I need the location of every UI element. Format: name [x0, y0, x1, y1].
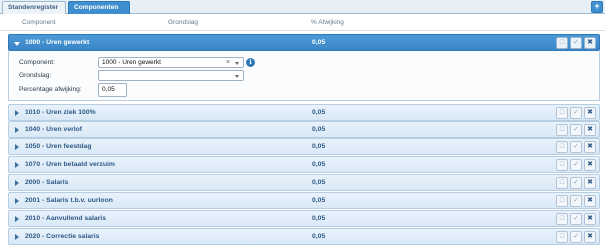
delete-icon[interactable]: ✖	[584, 213, 596, 225]
delete-icon[interactable]: ✖	[584, 124, 596, 136]
delete-icon[interactable]: ✖	[584, 159, 596, 171]
info-icon[interactable]: i	[246, 58, 255, 67]
component-row[interactable]: 1070 - Uren betaald verzuim 0,05 □ ✓ ✖	[8, 156, 600, 173]
chevron-down-icon[interactable]	[235, 75, 239, 78]
save-icon[interactable]: □	[556, 195, 568, 207]
component-row[interactable]: 1040 - Uren verlof 0,05 □ ✓ ✖	[8, 121, 600, 138]
row-percentage: 0,05	[312, 109, 326, 116]
chevron-right-icon[interactable]	[15, 234, 19, 240]
check-icon[interactable]: ✓	[570, 231, 582, 243]
save-icon[interactable]: □	[556, 231, 568, 243]
percentage-input[interactable]: 0,05	[98, 83, 127, 97]
edit-panel: Component: 1000 - Uren gewerkt × i Grond…	[8, 51, 600, 101]
row-percentage: 0,05	[312, 197, 326, 204]
row-name: 1000 - Uren gewerkt	[25, 39, 90, 46]
save-icon[interactable]: □	[556, 177, 568, 189]
tab-bar: Standenregister Componenten +	[0, 0, 605, 14]
chevron-right-icon[interactable]	[15, 180, 19, 186]
delete-icon[interactable]: ✖	[584, 37, 596, 49]
row-percentage: 0,05	[312, 179, 326, 186]
check-icon[interactable]: ✓	[570, 159, 582, 171]
save-icon[interactable]: □	[556, 37, 568, 49]
row-name: 1040 - Uren verlof	[25, 126, 83, 133]
row-percentage: 0,05	[312, 161, 326, 168]
delete-icon[interactable]: ✖	[584, 231, 596, 243]
column-afwijking: % Afwijking	[311, 19, 344, 26]
delete-icon[interactable]: ✖	[584, 107, 596, 119]
component-row[interactable]: 1010 - Uren ziek 100% 0,05 □ ✓ ✖	[8, 104, 600, 121]
save-icon[interactable]: □	[556, 141, 568, 153]
chevron-down-icon[interactable]	[235, 62, 239, 65]
component-row[interactable]: 1050 - Uren feestdag 0,05 □ ✓ ✖	[8, 138, 600, 155]
check-icon[interactable]: ✓	[570, 141, 582, 153]
check-icon[interactable]: ✓	[570, 195, 582, 207]
chevron-right-icon[interactable]	[15, 198, 19, 204]
check-icon[interactable]: ✓	[570, 37, 582, 49]
component-row[interactable]: 2020 - Correctie salaris 0,05 □ ✓ ✖	[8, 228, 600, 245]
add-tab-button[interactable]: +	[591, 1, 603, 13]
check-icon[interactable]: ✓	[570, 107, 582, 119]
grondslag-label: Grondslag:	[19, 72, 52, 79]
row-name: 1070 - Uren betaald verzuim	[25, 161, 115, 168]
row-name: 1050 - Uren feestdag	[25, 143, 92, 150]
column-grondslag: Grondslag	[168, 19, 198, 26]
save-icon[interactable]: □	[556, 159, 568, 171]
component-row-expanded[interactable]: 1000 - Uren gewerkt 0,05 □ ✓ ✖	[8, 34, 600, 51]
save-icon[interactable]: □	[556, 213, 568, 225]
chevron-right-icon[interactable]	[15, 144, 19, 150]
component-row[interactable]: 2010 - Aanvullend salaris 0,05 □ ✓ ✖	[8, 210, 600, 227]
chevron-right-icon[interactable]	[15, 216, 19, 222]
row-name: 1010 - Uren ziek 100%	[25, 109, 96, 116]
row-percentage: 0,05	[312, 143, 326, 150]
clear-icon[interactable]: ×	[226, 58, 230, 67]
check-icon[interactable]: ✓	[570, 213, 582, 225]
save-icon[interactable]: □	[556, 124, 568, 136]
tab-componenten[interactable]: Componenten	[68, 1, 130, 14]
chevron-down-icon[interactable]	[14, 42, 20, 46]
percentage-label: Percentage afwijking:	[19, 86, 82, 93]
delete-icon[interactable]: ✖	[584, 195, 596, 207]
component-row[interactable]: 2000 - Salaris 0,05 □ ✓ ✖	[8, 174, 600, 191]
row-name: 2020 - Correctie salaris	[25, 233, 100, 240]
grondslag-select[interactable]	[98, 70, 244, 81]
delete-icon[interactable]: ✖	[584, 141, 596, 153]
component-select[interactable]: 1000 - Uren gewerkt ×	[98, 57, 244, 68]
check-icon[interactable]: ✓	[570, 124, 582, 136]
row-name: 2010 - Aanvullend salaris	[25, 215, 106, 222]
tab-standenregister[interactable]: Standenregister	[2, 1, 66, 14]
row-percentage: 0,05	[312, 126, 326, 133]
row-percentage: 0,05	[312, 39, 326, 46]
row-percentage: 0,05	[312, 233, 326, 240]
check-icon[interactable]: ✓	[570, 177, 582, 189]
delete-icon[interactable]: ✖	[584, 177, 596, 189]
component-label: Component:	[19, 59, 55, 66]
save-icon[interactable]: □	[556, 107, 568, 119]
row-percentage: 0,05	[312, 215, 326, 222]
column-header: Component Grondslag % Afwijking	[0, 15, 605, 31]
column-component: Component	[22, 19, 56, 26]
row-name: 2001 - Salaris t.b.v. uurloon	[25, 197, 113, 204]
component-row[interactable]: 2001 - Salaris t.b.v. uurloon 0,05 □ ✓ ✖	[8, 192, 600, 209]
chevron-right-icon[interactable]	[15, 162, 19, 168]
row-name: 2000 - Salaris	[25, 179, 69, 186]
component-select-value: 1000 - Uren gewerkt	[102, 59, 161, 66]
chevron-right-icon[interactable]	[15, 127, 19, 133]
chevron-right-icon[interactable]	[15, 110, 19, 116]
